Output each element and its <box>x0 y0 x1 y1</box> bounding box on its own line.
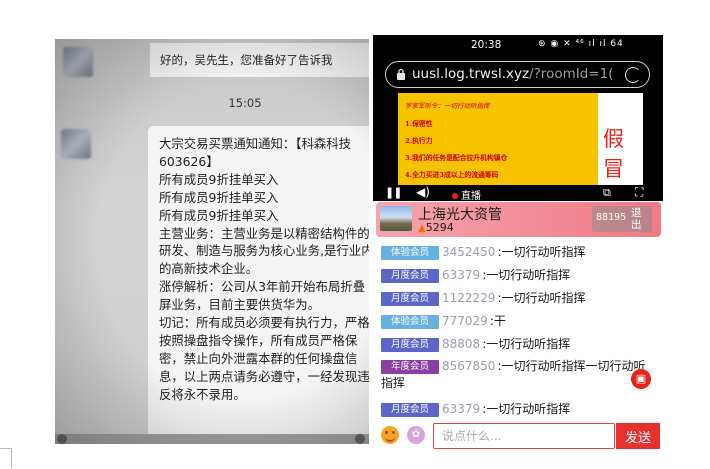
slide-item: 1.保密性 <box>405 120 433 128</box>
chat-row: 年度会员 8567850:一切行动听指挥一切行动听指挥 <box>381 359 646 390</box>
reload-icon[interactable] <box>625 67 641 83</box>
user-id: 777029 <box>442 314 488 328</box>
notice-line: 屏业务，目前主要供货华为。 <box>159 297 321 313</box>
host-bar: 上海光大资管 ▲5294 88195 退出 <box>373 201 663 237</box>
message-text: 一切行动听指挥 <box>501 245 586 259</box>
corner-mark <box>0 448 12 468</box>
chat-message-notice: 大宗交易买票通知通知：【科森科技 603626】 所有成员9折挂单买入 所有成员… <box>148 126 369 444</box>
host-avatar[interactable] <box>380 206 412 231</box>
notice-line: 的高新技术企业。 <box>159 261 259 277</box>
video-player[interactable]: 罗家军听令：一切行动听指挥 1.保密性 2.执行力 3.我们的任务是配合拉升机构… <box>373 93 663 202</box>
slide-item: 2.执行力 <box>405 137 433 145</box>
user-id: 8567850 <box>442 359 496 373</box>
pause-icon[interactable]: ❚❚ <box>385 186 402 199</box>
user-id: 3452450 <box>442 245 496 259</box>
live-indicator: 直播 <box>452 187 481 202</box>
emoji-icon[interactable] <box>381 426 399 444</box>
fullscreen-icon[interactable]: ⛶ <box>635 185 643 200</box>
status-bar: 20:38 ⊛ ◉ ✕ ⁴⁶ ıl ıl 64 <box>373 35 663 57</box>
message-input[interactable] <box>433 423 615 449</box>
message-text: 一切行动听指挥 <box>501 291 586 305</box>
notice-line: 研发、制造与服务为核心业务,是行业内 <box>159 243 369 259</box>
photo-bottom-strip <box>55 434 369 444</box>
url-bar[interactable]: uusl.log.trwsl.xyz/?roomId=1( <box>385 61 650 88</box>
heat-value: 5294 <box>425 221 454 234</box>
notice-line: 所有成员9折挂单买入 <box>159 207 279 223</box>
message-text: 一切行动听指挥 <box>486 268 571 282</box>
notice-line: 涨停解析：公司从3年前开始布局折叠 <box>159 279 366 295</box>
notice-line: 大宗交易买票通知通知：【科森科技 <box>159 136 352 151</box>
screenshot-root: 好的，吴先生，您准备好了告诉我 15:05 大宗交易买票通知通知：【科森科技 6… <box>0 0 710 469</box>
presentation-slide: 罗家军听令：一切行动听指挥 1.保密性 2.执行力 3.我们的任务是配合拉升机构… <box>398 93 643 185</box>
dot-decoration <box>355 434 365 444</box>
pip-icon[interactable]: ⧉ <box>603 186 611 200</box>
dot-decoration <box>57 434 67 444</box>
chat-row: 体验会员 777029:干 <box>381 312 656 329</box>
exit-button[interactable]: 退出 <box>631 207 645 231</box>
member-badge: 月度会员 <box>381 338 439 352</box>
fake-stamp: 假冒 <box>603 127 624 181</box>
chat-row: 月度会员 88808:一切行动听指挥 <box>381 335 656 352</box>
host-card: 上海光大资管 ▲5294 88195 退出 <box>376 202 661 237</box>
notice-line: 所有成员9折挂单买入 <box>159 171 279 187</box>
volume-icon[interactable]: ◀) <box>416 185 430 199</box>
notice-line: 切记：所有成员必须要有执行力，严格 <box>159 315 369 331</box>
sender-avatar <box>63 47 93 77</box>
chat-row: 月度会员 1122229:一切行动听指挥 <box>381 289 656 306</box>
lock-icon <box>397 68 405 80</box>
video-controls: ❚❚ ◀) 直播 ⧉ ⛶ <box>373 185 663 202</box>
send-button[interactable]: 发送 <box>616 423 660 449</box>
viewer-count: 88195 <box>596 212 627 223</box>
user-id: 88808 <box>442 337 481 351</box>
notice-line: 密，禁止向外泄露本群的任何操盘信 <box>159 350 358 366</box>
phone-screen: 20:38 ⊛ ◉ ✕ ⁴⁶ ıl ıl 64 uusl.log.trwsl.x… <box>373 35 663 450</box>
notice-line: 息，以上两点请务必遵守，一经发现违 <box>159 368 369 384</box>
chat-row: 体验会员 3452450:一切行动听指挥 <box>381 243 656 260</box>
live-dot <box>452 193 458 199</box>
member-badge: 月度会员 <box>381 269 439 283</box>
notice-line: 主营业务：主营业务是以精密结构件的 <box>159 225 369 241</box>
group-avatar <box>61 129 91 159</box>
slide-item: 3.我们的任务是配合拉升机构镇仓 <box>405 154 508 162</box>
member-badge: 月度会员 <box>381 292 439 306</box>
message-text: 一切行动听指挥 <box>486 337 571 351</box>
message-text: 干 <box>493 314 506 328</box>
host-heat: ▲5294 <box>418 221 454 234</box>
url-text[interactable]: uusl.log.trwsl.xyz/?roomId=1( <box>412 66 627 82</box>
user-id: 63379 <box>442 402 481 416</box>
slide-title: 罗家军听令：一切行动听指挥 <box>405 102 490 110</box>
status-time: 20:38 <box>471 39 502 51</box>
message-text: 一切行动听指挥 <box>486 402 571 416</box>
chat-row: 月度会员 63379:一切行动听指挥 <box>381 400 656 417</box>
notice-line: 所有成员9折挂单买入 <box>159 189 279 205</box>
status-icons: ⊛ ◉ ✕ ⁴⁶ ıl ıl 64 <box>538 39 624 49</box>
notice-line: 603626】 <box>159 153 219 169</box>
browser-toolbar: uusl.log.trwsl.xyz/?roomId=1( <box>373 57 663 93</box>
chat-list[interactable]: 体验会员 3452450:一切行动听指挥 月度会员 63379:一切行动听指挥 月度… <box>373 237 663 422</box>
chat-photo: 好的，吴先生，您准备好了告诉我 15:05 大宗交易买票通知通知：【科森科技 6… <box>55 39 369 444</box>
viewer-panel: 88195 退出 <box>592 206 652 232</box>
user-id: 1122229 <box>442 291 496 305</box>
url-path: /?roomId=1( <box>529 66 614 82</box>
slide-item: 4.全力买进3成以上的流通筹码 <box>405 171 499 179</box>
input-bar: ✿ 发送 <box>373 422 663 450</box>
message-timestamp: 15:05 <box>228 96 262 110</box>
member-badge: 月度会员 <box>381 403 439 417</box>
flame-icon: ▲ <box>418 223 426 234</box>
chat-row: 月度会员 63379:一切行动听指挥 <box>381 266 656 283</box>
slide-panel: 罗家军听令：一切行动听指挥 1.保密性 2.执行力 3.我们的任务是配合拉升机构… <box>398 93 598 185</box>
notice-line: 按照操盘指令操作，所有成员严格保 <box>159 332 358 348</box>
chat-message: 好的，吴先生，您准备好了告诉我 <box>150 43 369 77</box>
member-badge: 体验会员 <box>381 315 439 329</box>
member-badge: 体验会员 <box>381 246 439 260</box>
red-packet-icon[interactable]: ▣ <box>631 369 651 389</box>
member-badge: 年度会员 <box>381 360 439 374</box>
gift-icon[interactable]: ✿ <box>407 426 425 444</box>
user-id: 63379 <box>442 268 481 282</box>
url-host: uusl.log.trwsl.xyz <box>412 66 530 82</box>
notice-line: 反将永不录用。 <box>159 386 246 402</box>
